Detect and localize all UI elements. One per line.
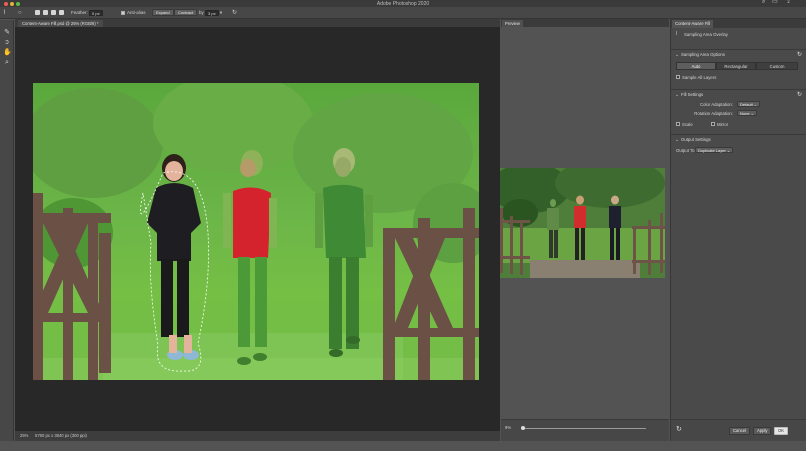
fill-settings-title: Fill Settings (681, 92, 704, 97)
subtract-from-selection-icon[interactable] (51, 10, 56, 15)
color-adaptation-select[interactable]: Default ⌄ (737, 101, 761, 107)
workspace-icon[interactable]: ▭ (772, 0, 778, 6)
preview-zoom[interactable]: 9% (505, 425, 511, 431)
fill-settings-header[interactable]: ⌄ Fill Settings ↻ (671, 89, 806, 99)
sampling-overlay-label: Sampling Area Overlay (684, 32, 728, 37)
lasso-tool-preset-icon[interactable]: ⌇ (3, 9, 6, 17)
ok-button[interactable]: OK (774, 427, 789, 435)
reset-all-icon[interactable]: ↻ (676, 425, 682, 433)
preview-image (500, 168, 665, 278)
panel-tab[interactable]: Content-Aware Fill (672, 20, 714, 28)
sample-all-layers-row: Sample All Layers (671, 74, 806, 81)
mode-custom-button[interactable]: Custom (756, 62, 798, 70)
options-bar: ⌇ ○ Feather: 0 px Anti-alias Expand Cont… (0, 7, 806, 19)
document-image[interactable] (33, 83, 479, 380)
expand-button[interactable]: Expand (152, 9, 174, 16)
by-label: by (199, 10, 204, 15)
mirror-checkbox[interactable] (711, 122, 715, 126)
output-settings-title: Output Settings (681, 137, 711, 142)
scale-label: Scale (682, 122, 693, 127)
by-input[interactable]: 3 px (205, 9, 219, 16)
tools-panel: ✎ ↄ ✋ ⌕ (0, 20, 14, 441)
chevron-right-icon[interactable]: › (81, 432, 82, 440)
brush-size-icon[interactable]: ○ (18, 9, 22, 17)
apply-button[interactable]: Apply (753, 427, 772, 435)
brush-tool-icon[interactable]: ✎ (3, 29, 11, 37)
intersect-selection-icon[interactable] (59, 10, 64, 15)
feather-control: Feather: 0 px (71, 9, 103, 17)
title-bar: Adobe Photoshop 2020 ⌕ ▭ ⇪ (0, 0, 806, 7)
output-settings-header[interactable]: ⌄ Output Settings (671, 134, 806, 144)
contract-control: Contract (174, 9, 198, 17)
sample-all-layers-checkbox[interactable] (676, 75, 680, 79)
mirror-label: Mirror (717, 122, 729, 127)
sampling-options-header[interactable]: ⌄ Sampling Area Options ↻ (671, 49, 806, 59)
share-icon[interactable]: ⇪ (786, 0, 791, 6)
zoom-tool-icon[interactable]: ⌕ (3, 59, 11, 67)
sample-all-layers-label: Sample All Layers (682, 75, 717, 80)
document-tab[interactable]: Content-Aware Fill.psd @ 25% (RGB/8) * (18, 20, 103, 27)
output-to-value: Duplicate Layer (698, 148, 726, 153)
color-adaptation-row: Color Adaptation: Default ⌄ (671, 101, 806, 108)
add-to-selection-icon[interactable] (43, 10, 48, 15)
content-aware-fill-panel: Content-Aware Fill ǀ Sampling Area Overl… (670, 19, 806, 441)
preview-tab-bar: Preview (501, 19, 669, 27)
expand-control: Expand (152, 9, 174, 17)
chevron-down-icon[interactable]: ⌄ (675, 92, 679, 98)
feather-input[interactable]: 0 px (89, 9, 103, 16)
color-adaptation-label: Color Adaptation: (700, 102, 733, 107)
color-adaptation-value: Default (740, 102, 753, 107)
rotation-adaptation-value: None (740, 111, 750, 116)
zoom-level[interactable]: 25% (20, 432, 28, 440)
sampling-options-title: Sampling Area Options (681, 52, 725, 57)
chevron-down-icon[interactable]: ▾ (220, 10, 222, 15)
cancel-button[interactable]: Cancel (729, 427, 751, 435)
antialias-checkbox[interactable] (121, 10, 125, 15)
status-bar: 25% 5760 px x 3840 px (300 ppi) › (15, 431, 500, 441)
visibility-toggle-icon[interactable]: ǀ (676, 31, 677, 37)
chevron-down-icon[interactable]: ⌄ (675, 137, 679, 143)
reset-fill-icon[interactable]: ↻ (797, 91, 802, 98)
new-selection-icon[interactable] (35, 10, 40, 15)
chevron-down-icon[interactable]: ⌄ (675, 52, 679, 58)
lasso-tool-icon[interactable]: ↄ (3, 39, 11, 47)
output-to-row: Output To: Duplicate Layer ⌄ (671, 147, 806, 154)
document-info[interactable]: 5760 px x 3840 px (300 ppi) (35, 432, 87, 440)
search-icon[interactable]: ⌕ (762, 0, 765, 6)
preview-zoom-slider[interactable] (521, 426, 646, 430)
mode-auto-button[interactable]: Auto (676, 62, 716, 70)
panel-tab-bar: Content-Aware Fill (671, 19, 806, 28)
sampling-mode-group: Auto Rectangular Custom (671, 62, 806, 71)
reset-icon[interactable]: ↻ (232, 9, 237, 17)
output-to-label: Output To: (676, 148, 696, 153)
hand-tool-icon[interactable]: ✋ (3, 49, 12, 57)
sampling-overlay-row: ǀ Sampling Area Overlay (671, 31, 806, 39)
scale-checkbox[interactable] (676, 122, 680, 126)
antialias-control: Anti-alias (121, 9, 146, 17)
feather-label: Feather: (71, 10, 88, 15)
rotation-adaptation-label: Rotation Adaptation: (694, 111, 733, 116)
preview-zoom-knob[interactable] (521, 426, 525, 430)
document-tab-bar: Content-Aware Fill.psd @ 25% (RGB/8) * (15, 19, 500, 27)
preview-footer: 9% (501, 419, 669, 441)
output-to-select[interactable]: Duplicate Layer ⌄ (695, 147, 734, 153)
panel-footer: ↻ Cancel Apply OK (671, 419, 806, 441)
reset-sampling-icon[interactable]: ↻ (797, 51, 802, 58)
photoshop-window: Adobe Photoshop 2020 ⌕ ▭ ⇪ ⌇ ○ Feather: … (0, 0, 806, 451)
scale-mirror-row: Scale Mirror (671, 121, 806, 128)
by-control: by 3 px ▾ (199, 9, 222, 17)
rotation-adaptation-row: Rotation Adaptation: None ⌄ (671, 110, 806, 117)
preview-tab[interactable]: Preview (502, 20, 523, 27)
antialias-label: Anti-alias (127, 10, 146, 15)
rotation-adaptation-select[interactable]: None ⌄ (737, 110, 758, 116)
mode-rectangular-button[interactable]: Rectangular (716, 62, 756, 70)
contract-button[interactable]: Contract (174, 9, 198, 16)
